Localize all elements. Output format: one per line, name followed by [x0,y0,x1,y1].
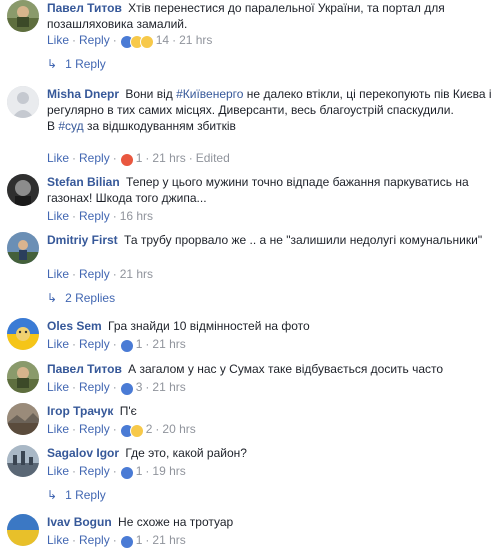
reactions[interactable] [119,339,134,355]
like-link[interactable]: Like [47,267,69,281]
comment-body: Ігор Трачук П'є [47,403,494,419]
avatar[interactable] [7,86,39,118]
timestamp[interactable]: 21 hrs [152,533,185,547]
comment-author[interactable]: Павел Титов [47,1,122,15]
like-link[interactable]: Like [47,33,69,47]
reaction-count[interactable]: 14 [156,33,169,47]
comment-actions: Like · Reply · 2 · 20 hrs [47,421,196,440]
comment-body: Misha Dnepr Вони від #Київенерго не дале… [47,87,492,133]
avatar[interactable] [7,174,39,206]
reactions[interactable] [119,153,134,169]
comment-body: Dmitriy First Та трубу прорвало же .. а … [47,232,494,248]
timestamp[interactable]: 21 hrs [152,380,185,394]
comment-actions: Like · Reply · 21 hrs [47,267,154,281]
comment-actions: Like · Reply · 1 · 21 hrs [47,336,186,355]
view-replies[interactable]: ↳ 1 Reply [47,486,106,504]
avatar[interactable] [7,361,39,393]
comment-author[interactable]: Misha Dnepr [47,87,119,101]
comment-body: Ivav Bogun Не схоже на тротуар [47,514,494,530]
comment-actions: Like · Reply · 1 · 19 hrs [47,463,186,482]
reactions[interactable] [119,382,134,398]
reactions[interactable] [119,466,134,482]
avatar[interactable] [7,403,39,435]
reply-link[interactable]: Reply [79,151,110,165]
reaction-count[interactable]: 2 [146,422,153,436]
comment-actions: Like · Reply · 14 · 21 hrs [47,32,212,51]
like-icon [119,535,134,549]
like-link[interactable]: Like [47,380,69,394]
like-link[interactable]: Like [47,464,69,478]
avatar[interactable] [7,318,39,350]
comment-text: Не схоже на тротуар [118,515,234,529]
reactions[interactable] [119,424,144,440]
comment-body: Sagalov Igor Где это, какой район? [47,445,494,461]
reaction-count[interactable]: 1 [136,337,143,351]
reply-link[interactable]: Reply [79,337,110,351]
comment-actions: Like · Reply · 1 · 21 hrs · Edited [47,150,230,169]
comment-author[interactable]: Ivav Bogun [47,515,112,529]
timestamp[interactable]: 21 hrs [120,267,153,281]
comment-text: Та трубу прорвало же .. а не "залишили н… [124,233,483,247]
angry-icon [119,153,134,167]
wow-icon [139,35,154,49]
edited-label[interactable]: Edited [196,151,230,165]
timestamp[interactable]: 21 hrs [152,151,185,165]
reply-link[interactable]: Reply [79,33,110,47]
like-link[interactable]: Like [47,209,69,223]
like-icon [119,339,134,353]
view-replies[interactable]: ↳ 1 Reply [47,55,106,73]
like-icon [119,466,134,480]
reply-arrow-icon: ↳ [47,488,58,502]
timestamp[interactable]: 20 hrs [162,422,195,436]
view-replies[interactable]: ↳ 2 Replies [47,289,115,307]
reaction-count[interactable]: 3 [136,380,143,394]
comment-author[interactable]: Sagalov Igor [47,446,119,460]
like-link[interactable]: Like [47,151,69,165]
reply-link[interactable]: Reply [79,533,110,547]
reply-link[interactable]: Reply [79,464,110,478]
avatar[interactable] [7,445,39,477]
like-link[interactable]: Like [47,533,69,547]
like-link[interactable]: Like [47,422,69,436]
timestamp[interactable]: 16 hrs [120,209,153,223]
comment-author[interactable]: Ігор Трачук [47,404,113,418]
comment-actions: Like · Reply · 1 · 21 hrs [47,532,186,551]
timestamp[interactable]: 21 hrs [179,33,212,47]
haha-icon [129,424,144,438]
avatar[interactable] [7,232,39,264]
comment-text: А загалом у нас у Сумах таке відбуваєтьс… [128,362,444,376]
reaction-count[interactable]: 1 [136,151,143,165]
reactions[interactable] [119,535,134,551]
comment-text: Гра знайди 10 відмінностей на фото [108,319,310,333]
comment-author[interactable]: Павел Титов [47,362,122,376]
reactions[interactable] [119,35,154,51]
comment-author[interactable]: Dmitriy First [47,233,118,247]
timestamp[interactable]: 21 hrs [152,337,185,351]
comment-text: Где это, какой район? [125,446,247,460]
like-icon [119,382,134,396]
like-link[interactable]: Like [47,337,69,351]
reply-link[interactable]: Reply [79,209,110,223]
comment-body: Павел Титов Хтів перенестися до паралель… [47,0,494,32]
timestamp[interactable]: 19 hrs [152,464,185,478]
reply-link[interactable]: Reply [79,380,110,394]
avatar[interactable] [7,514,39,546]
hashtag-link[interactable]: #Київенерго [176,87,243,101]
reply-link[interactable]: Reply [79,267,110,281]
comment-body: Stefan Bilian Тепер у цього мужини точно… [47,174,494,206]
reply-arrow-icon: ↳ [47,291,58,305]
comment-author[interactable]: Stefan Bilian [47,175,120,189]
reaction-count[interactable]: 1 [136,533,143,547]
avatar[interactable] [7,0,39,32]
comment-text: П'є [119,404,137,418]
comment-body: Oles Sem Гра знайди 10 відмінностей на ф… [47,318,494,334]
hashtag-link[interactable]: #суд [58,119,83,133]
reply-link[interactable]: Reply [79,422,110,436]
reply-arrow-icon: ↳ [47,57,58,71]
comment-body: Павел Титов А загалом у нас у Сумах таке… [47,361,494,377]
reaction-count[interactable]: 1 [136,464,143,478]
comment-actions: Like · Reply · 16 hrs [47,209,154,223]
comment-author[interactable]: Oles Sem [47,319,102,333]
comment-actions: Like · Reply · 3 · 21 hrs [47,379,186,398]
